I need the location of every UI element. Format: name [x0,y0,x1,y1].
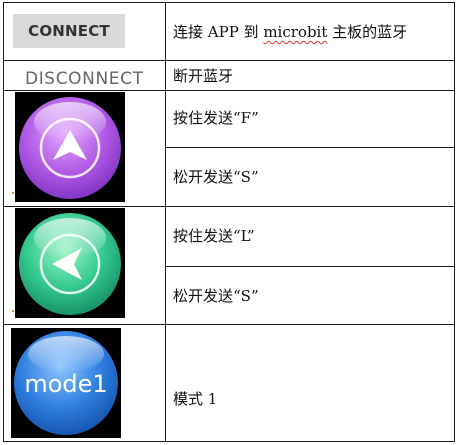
mode1-label: mode1 [24,370,107,398]
table-border-right [454,2,455,442]
button-function-table: CONNECT 连接 APP 到 microbit 主板的蓝牙 DISCONNE… [3,2,455,442]
connect-description: 连接 APP 到 microbit 主板的蓝牙 [173,23,408,41]
row-divider [3,60,455,61]
up-press-description: 按住发送“F” [173,109,259,127]
mode1-button[interactable]: mode1 [11,328,121,438]
row-divider [3,90,455,91]
left-release-description: 松开发送“S” [173,287,259,305]
connect-button[interactable]: CONNECT [13,14,125,48]
table-border-left [3,2,4,442]
disconnect-button[interactable]: DISCONNECT [25,68,157,90]
table-border-top [3,2,455,3]
row-divider [3,206,455,207]
up-arrow-button[interactable] [15,92,125,202]
mode1-description: 模式 1 [173,390,218,408]
row-divider [165,266,455,267]
table-column-divider [165,2,166,442]
left-arrow-button[interactable] [15,208,125,318]
up-release-description: 松开发送“S” [173,168,259,186]
row-divider [3,324,455,325]
row-divider [165,147,455,148]
left-press-description: 按住发送“L” [173,227,255,245]
stray-mark [12,192,14,194]
button-shine [28,336,104,372]
table-border-bottom [3,441,455,442]
disconnect-description: 断开蓝牙 [173,67,234,85]
stray-mark [12,310,14,312]
